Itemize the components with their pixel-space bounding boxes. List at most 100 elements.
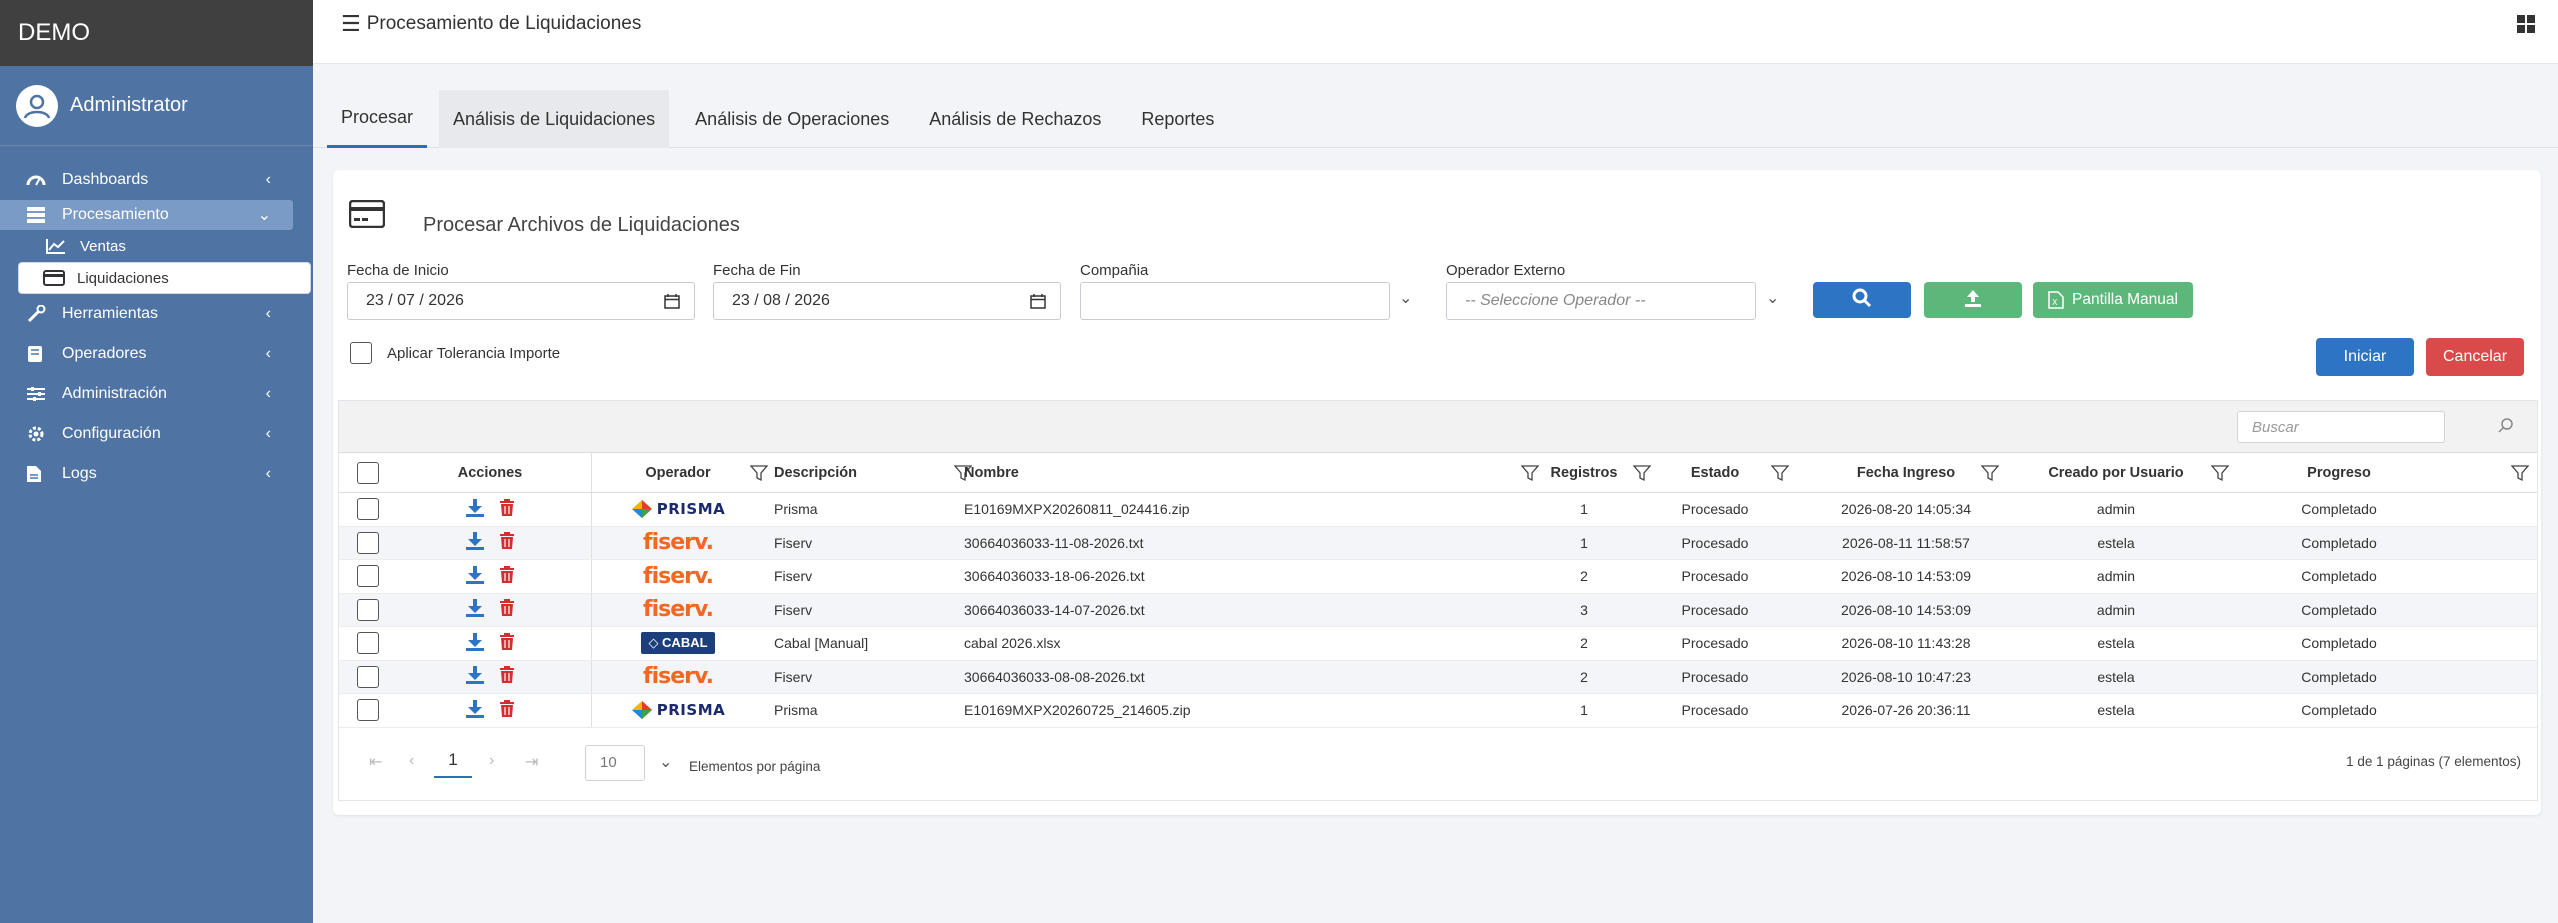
apps-grid-icon[interactable] bbox=[2516, 14, 2536, 39]
delete-icon[interactable] bbox=[499, 532, 515, 553]
delete-icon[interactable] bbox=[499, 666, 515, 687]
sidebar-item-liquidaciones[interactable]: Liquidaciones bbox=[18, 262, 311, 294]
tolerancia-checkbox[interactable] bbox=[350, 342, 372, 364]
filter-icon[interactable] bbox=[2510, 464, 2530, 486]
table-row[interactable]: ◇ CABAL Cabal [Manual] cabal 2026.xlsx 2 Pro… bbox=[339, 627, 2537, 661]
upload-button[interactable] bbox=[1924, 282, 2022, 318]
fiserv-logo: fiserv. bbox=[643, 563, 714, 589]
usuario-cell: estela bbox=[2097, 668, 2135, 685]
select-all-checkbox[interactable] bbox=[357, 461, 379, 484]
actions-cell bbox=[389, 627, 592, 660]
tab-reportes[interactable]: Reportes bbox=[1127, 90, 1228, 148]
tab-analisis-liquidaciones[interactable]: Análisis de Liquidaciones bbox=[439, 90, 670, 148]
search-button[interactable] bbox=[1813, 282, 1911, 318]
table-row[interactable]: fiserv. Fiserv 30664036033-18-06-2026.txt 2… bbox=[339, 560, 2537, 594]
search-icon[interactable] bbox=[2497, 417, 2515, 440]
pager: ⇤ ‹ 1 › ⇥ 10 ⌄ Elementos por página 1 de… bbox=[339, 728, 2537, 800]
download-icon[interactable] bbox=[465, 531, 485, 554]
download-icon[interactable] bbox=[465, 498, 485, 521]
sidebar-item-ventas[interactable]: Ventas bbox=[0, 230, 313, 262]
brand-logo[interactable]: DEMO bbox=[0, 0, 313, 66]
grid-search-input[interactable]: Buscar bbox=[2237, 411, 2445, 443]
delete-icon[interactable] bbox=[499, 565, 515, 587]
row-checkbox[interactable] bbox=[357, 531, 379, 554]
header-creado-por[interactable]: Creado por Usuario bbox=[2011, 453, 2230, 492]
current-page[interactable]: 1 bbox=[434, 750, 472, 778]
download-icon[interactable] bbox=[465, 565, 485, 588]
calendar-icon[interactable] bbox=[664, 293, 680, 314]
sidebar-item-logs[interactable]: Logs ‹ bbox=[0, 454, 313, 494]
table-row[interactable]: PRISMA Prisma E10169MXPX20260725_214605.zi… bbox=[339, 694, 2537, 728]
actions-cell bbox=[389, 660, 592, 693]
table-row[interactable]: fiserv. Fiserv 30664036033-11-08-2026.txt 1… bbox=[339, 526, 2537, 560]
header-registros[interactable]: Registros bbox=[1539, 453, 1652, 492]
page-size-select[interactable]: 10 bbox=[585, 744, 645, 781]
calendar-icon[interactable] bbox=[1030, 293, 1046, 314]
tab-analisis-rechazos[interactable]: Análisis de Rechazos bbox=[915, 90, 1115, 148]
fecha-fin-input[interactable]: 23 / 08 / 2026 bbox=[713, 282, 1061, 320]
sidebar-item-operadores[interactable]: Operadores ‹ bbox=[0, 334, 313, 374]
chevron-down-icon[interactable]: ⌄ bbox=[1399, 288, 1412, 308]
row-checkbox[interactable] bbox=[357, 565, 379, 588]
table-row[interactable]: PRISMA Prisma E10169MXPX20260811_024416.zi… bbox=[339, 493, 2537, 527]
fecha-inicio-input[interactable]: 23 / 07 / 2026 bbox=[347, 282, 695, 320]
sidebar-item-administracion[interactable]: Administración ‹ bbox=[0, 374, 313, 414]
user-name: Administrator bbox=[70, 94, 188, 116]
header-estado[interactable]: Estado bbox=[1629, 453, 1801, 492]
chevron-down-icon[interactable]: ⌄ bbox=[659, 752, 672, 772]
sidebar-item-dashboards[interactable]: Dashboards ‹ bbox=[0, 160, 313, 200]
first-page-icon[interactable]: ⇤ bbox=[369, 752, 382, 772]
delete-icon[interactable] bbox=[499, 498, 515, 520]
filter-icon[interactable] bbox=[1980, 464, 2000, 486]
sidebar-item-procesamiento[interactable]: Procesamiento ⌄ bbox=[0, 200, 293, 230]
download-icon[interactable] bbox=[465, 632, 485, 655]
chevron-down-icon[interactable]: ⌄ bbox=[1766, 288, 1779, 308]
header-progreso[interactable]: Progreso bbox=[2221, 453, 2537, 492]
table-row[interactable]: fiserv. Fiserv 30664036033-14-07-2026.txt 3… bbox=[339, 593, 2537, 627]
cancelar-button[interactable]: Cancelar bbox=[2426, 338, 2524, 376]
next-page-icon[interactable]: › bbox=[489, 752, 494, 770]
tab-procesar[interactable]: Procesar bbox=[327, 90, 428, 148]
row-checkbox[interactable] bbox=[357, 699, 379, 722]
sidebar-item-configuracion[interactable]: Configuración ‹ bbox=[0, 414, 313, 454]
download-icon[interactable] bbox=[465, 665, 485, 688]
usuario-cell: admin bbox=[2096, 601, 2136, 618]
search-placeholder: Buscar bbox=[2252, 418, 2299, 436]
avatar bbox=[16, 84, 58, 127]
header-operador[interactable]: Operador bbox=[592, 453, 769, 492]
operador-externo-select[interactable]: -- Seleccione Operador -- bbox=[1446, 282, 1756, 320]
tab-analisis-operaciones[interactable]: Análisis de Operaciones bbox=[681, 90, 903, 148]
iniciar-button[interactable]: Iniciar bbox=[2316, 338, 2414, 376]
header-descripcion[interactable]: Descripción bbox=[764, 453, 973, 492]
page-title: Procesamiento de Liquidaciones bbox=[366, 12, 642, 34]
tolerancia-label: Aplicar Tolerancia Importe bbox=[387, 345, 561, 362]
row-checkbox[interactable] bbox=[357, 665, 379, 688]
delete-icon[interactable] bbox=[499, 632, 515, 654]
menu-toggle-icon[interactable]: ☰ bbox=[341, 11, 361, 37]
chart-line-icon bbox=[46, 238, 68, 254]
download-icon[interactable] bbox=[465, 598, 485, 621]
sidebar-item-herramientas[interactable]: Herramientas ‹ bbox=[0, 294, 313, 334]
prev-page-icon[interactable]: ‹ bbox=[409, 752, 414, 770]
panel-title: Procesar Archivos de Liquidaciones bbox=[423, 214, 740, 236]
plantilla-manual-button[interactable]: X Pantilla Manual bbox=[2033, 282, 2193, 318]
delete-icon[interactable] bbox=[499, 599, 515, 620]
last-page-icon[interactable]: ⇥ bbox=[525, 752, 538, 772]
header-label: Progreso bbox=[2307, 464, 2371, 481]
user-profile[interactable]: Administrator bbox=[0, 66, 313, 146]
usuario-cell: admin bbox=[2096, 568, 2136, 585]
table-row[interactable]: fiserv. Fiserv 30664036033-08-08-2026.txt 2… bbox=[339, 660, 2537, 694]
chevron-left-icon: ‹ bbox=[265, 385, 271, 402]
filter-icon[interactable] bbox=[1770, 464, 1790, 486]
delete-icon[interactable] bbox=[499, 699, 515, 721]
filter-icon[interactable] bbox=[1520, 464, 1540, 486]
header-nombre[interactable]: Nombre bbox=[964, 453, 1540, 492]
compania-select[interactable] bbox=[1080, 282, 1390, 320]
row-checkbox[interactable] bbox=[357, 632, 379, 655]
header-fecha-ingreso[interactable]: Fecha Ingreso bbox=[1801, 453, 2011, 492]
download-icon[interactable] bbox=[465, 699, 485, 722]
plantilla-manual-label: Pantilla Manual bbox=[2072, 291, 2178, 308]
row-checkbox[interactable] bbox=[357, 498, 379, 521]
row-checkbox[interactable] bbox=[357, 598, 379, 621]
nombre-cell: 30664036033-14-07-2026.txt bbox=[964, 601, 1145, 618]
